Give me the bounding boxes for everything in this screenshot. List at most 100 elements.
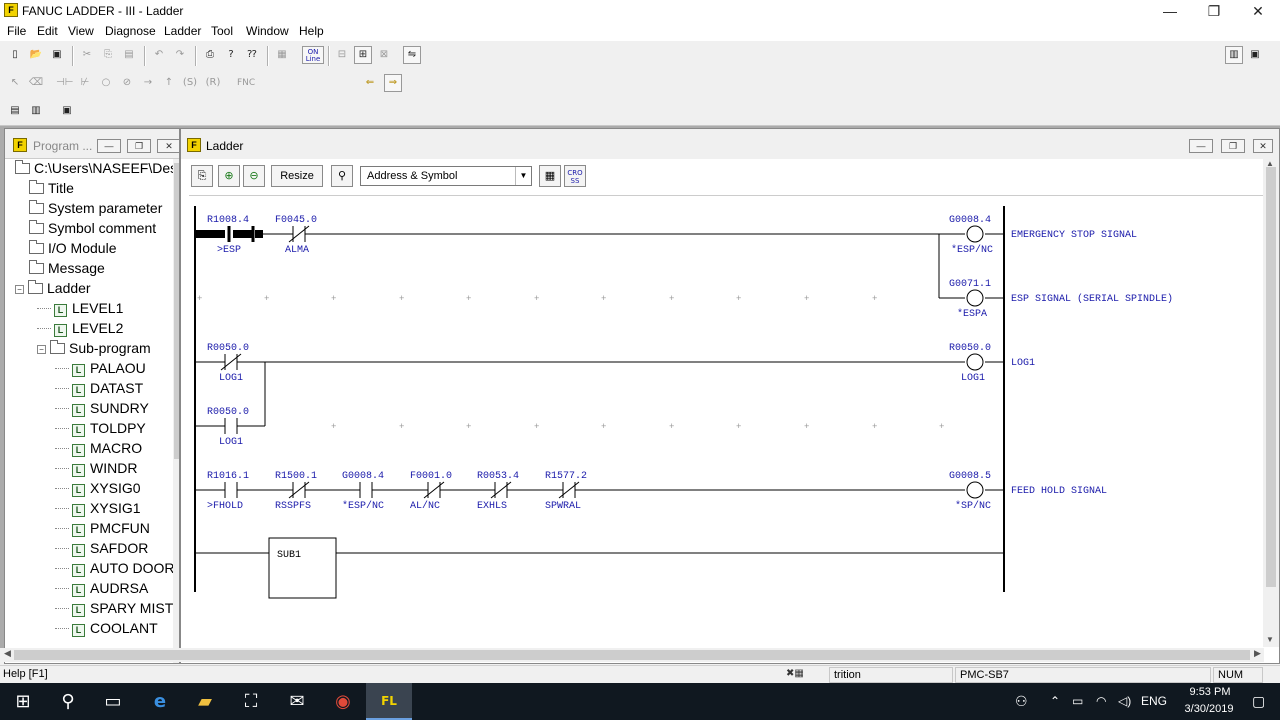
eraser-icon[interactable]: ⌫	[27, 74, 45, 92]
table-view-icon[interactable]: ▦	[539, 165, 561, 187]
tree-item[interactable]: L DATAST	[13, 380, 173, 400]
store-icon[interactable]: ⛶	[228, 683, 274, 720]
vertical-line-icon[interactable]: ↑	[160, 74, 178, 92]
reset-coil-icon[interactable]: (R)	[204, 74, 222, 92]
tree-item[interactable]: L LEVEL2	[13, 320, 173, 340]
notification-icon[interactable]: ▢	[1252, 683, 1265, 720]
open-folder-icon[interactable]: 📂	[27, 46, 45, 64]
tree-item[interactable]: − Ladder	[13, 280, 173, 300]
edge-browser-icon[interactable]: e	[137, 683, 183, 720]
collapse-icon[interactable]: −	[15, 285, 24, 294]
tree-scrollbar[interactable]	[173, 159, 179, 663]
tree-item[interactable]: L PALAOU	[13, 360, 173, 380]
clock-time[interactable]: 9:53 PM	[1180, 686, 1240, 698]
coil-icon[interactable]: ○	[97, 74, 115, 92]
jump-prev-icon[interactable]: ⇐	[361, 74, 379, 92]
split-horizontal-icon[interactable]: ⊟	[333, 46, 351, 64]
tree-item[interactable]: L SPARY MIST	[13, 600, 173, 620]
ladder-view-icon[interactable]: ▥	[27, 102, 45, 120]
scroll-right-icon[interactable]: ▶	[1254, 648, 1261, 659]
context-help-icon[interactable]: ⁇	[243, 46, 261, 64]
program-restore-button[interactable]: ❐	[127, 139, 151, 153]
tree-item[interactable]: L COOLANT	[13, 620, 173, 640]
set-coil-icon[interactable]: (S)	[181, 74, 199, 92]
menu-tool[interactable]: Tool	[211, 24, 233, 38]
paste-icon[interactable]: ▤	[120, 46, 138, 64]
cross-reference-button[interactable]: CRO SS	[564, 165, 586, 187]
print-icon[interactable]: ⎙	[201, 46, 219, 64]
zoom-in-icon[interactable]: ⊕	[218, 165, 240, 187]
no-contact-icon[interactable]: ⊣⊢	[55, 74, 73, 92]
tree-root-path[interactable]: C:\Users\NASEEF\Desk	[13, 160, 179, 180]
menu-help[interactable]: Help	[299, 24, 324, 38]
jump-next-icon[interactable]: ⇒	[384, 74, 402, 92]
tree-item[interactable]: L MACRO	[13, 440, 173, 460]
search-binoculars-icon[interactable]: ⚲	[331, 165, 353, 187]
scroll-down-icon[interactable]: ▼	[1266, 635, 1274, 644]
tree-item[interactable]: L AUDRSA	[13, 580, 173, 600]
page-icon[interactable]: ⎘	[191, 165, 213, 187]
undo-icon[interactable]: ↶	[150, 46, 168, 64]
tree-item[interactable]: L PMCFUN	[13, 520, 173, 540]
wifi-icon[interactable]: ◠	[1096, 683, 1106, 720]
nc-contact-icon[interactable]: ⊬	[76, 74, 94, 92]
redo-icon[interactable]: ↷	[171, 46, 189, 64]
tree-item[interactable]: L AUTO DOOR	[13, 560, 175, 580]
resize-button[interactable]: Resize	[271, 165, 323, 187]
menu-window[interactable]: Window	[246, 24, 289, 38]
close-button[interactable]: ✕	[1236, 0, 1280, 22]
zoom-out-icon[interactable]: ⊖	[243, 165, 265, 187]
split-vertical-icon[interactable]: ⊠	[375, 46, 393, 64]
menu-view[interactable]: View	[68, 24, 94, 38]
language-indicator[interactable]: ENG	[1141, 683, 1167, 720]
tree-item[interactable]: Title	[13, 180, 173, 200]
transfer-icon[interactable]: ⇋	[403, 46, 421, 64]
function-icon[interactable]: FNC	[236, 74, 255, 92]
collapse-icon[interactable]: −	[37, 345, 46, 354]
tree-item[interactable]: Symbol comment	[13, 220, 173, 240]
scroll-left-icon[interactable]: ◀	[4, 648, 11, 659]
display-mode-select[interactable]: Address & Symbol ▼	[360, 166, 532, 186]
ladder-scroll-thumb[interactable]	[1266, 167, 1276, 587]
memory-icon[interactable]: ▣	[58, 102, 76, 120]
select-cursor-icon[interactable]: ↖	[6, 74, 24, 92]
ladder-diagram[interactable]: + + + + + + + + + + + + + + + + + + + + + R1008.4 >ESP F0045…	[189, 195, 1265, 653]
menu-diagnose[interactable]: Diagnose	[105, 24, 156, 38]
window-cascade-icon[interactable]: ▣	[1246, 46, 1264, 64]
tree-item[interactable]: L WINDR	[13, 460, 173, 480]
start-icon[interactable]: ⊞	[0, 683, 46, 720]
ladder-vertical-scrollbar[interactable]: ▲ ▼	[1263, 159, 1279, 647]
tree-item[interactable]: L XYSIG1	[13, 500, 173, 520]
menu-ladder[interactable]: Ladder	[164, 24, 201, 38]
task-view-icon[interactable]: ▭	[90, 683, 136, 720]
tree-item[interactable]: L SUNDRY	[13, 400, 173, 420]
ladder-close-button[interactable]: ✕	[1253, 139, 1273, 153]
program-close-button[interactable]: ✕	[157, 139, 179, 153]
program-list-icon[interactable]: ▦	[273, 46, 291, 64]
horizontal-scroll-thumb[interactable]	[14, 650, 1250, 660]
tree-item[interactable]: L XYSIG0	[13, 480, 173, 500]
tray-chevron-icon[interactable]: ⌃	[1050, 683, 1060, 720]
maximize-button[interactable]: ❐	[1192, 0, 1236, 22]
horizontal-line-icon[interactable]: →	[139, 74, 157, 92]
search-icon[interactable]: ⚲	[45, 683, 91, 720]
minimize-button[interactable]: —	[1148, 0, 1192, 22]
tree-item[interactable]: L LEVEL1	[13, 300, 173, 320]
people-icon[interactable]: ⚇	[1015, 683, 1028, 720]
clock-date[interactable]: 3/30/2019	[1176, 703, 1242, 715]
ladder-minimize-button[interactable]: —	[1189, 139, 1213, 153]
window-layout-icon[interactable]: ▥	[1225, 46, 1243, 64]
mail-icon[interactable]: ✉	[274, 683, 320, 720]
volume-icon[interactable]: ◁)	[1118, 683, 1131, 720]
tree-item[interactable]: L TOLDPY	[13, 420, 173, 440]
save-icon[interactable]: ▣	[48, 46, 66, 64]
tree-item[interactable]: System parameter	[13, 200, 173, 220]
program-minimize-button[interactable]: —	[97, 139, 121, 153]
help-icon[interactable]: ?	[222, 46, 240, 64]
title-icon[interactable]: ▤	[6, 102, 24, 120]
tree-item[interactable]: Message	[13, 260, 173, 280]
tree-item[interactable]: L SAFDOR	[13, 540, 173, 560]
ladder-restore-button[interactable]: ❐	[1221, 139, 1245, 153]
horizontal-scrollbar[interactable]: ◀ ▶	[0, 648, 1264, 662]
nc-coil-icon[interactable]: ⊘	[118, 74, 136, 92]
